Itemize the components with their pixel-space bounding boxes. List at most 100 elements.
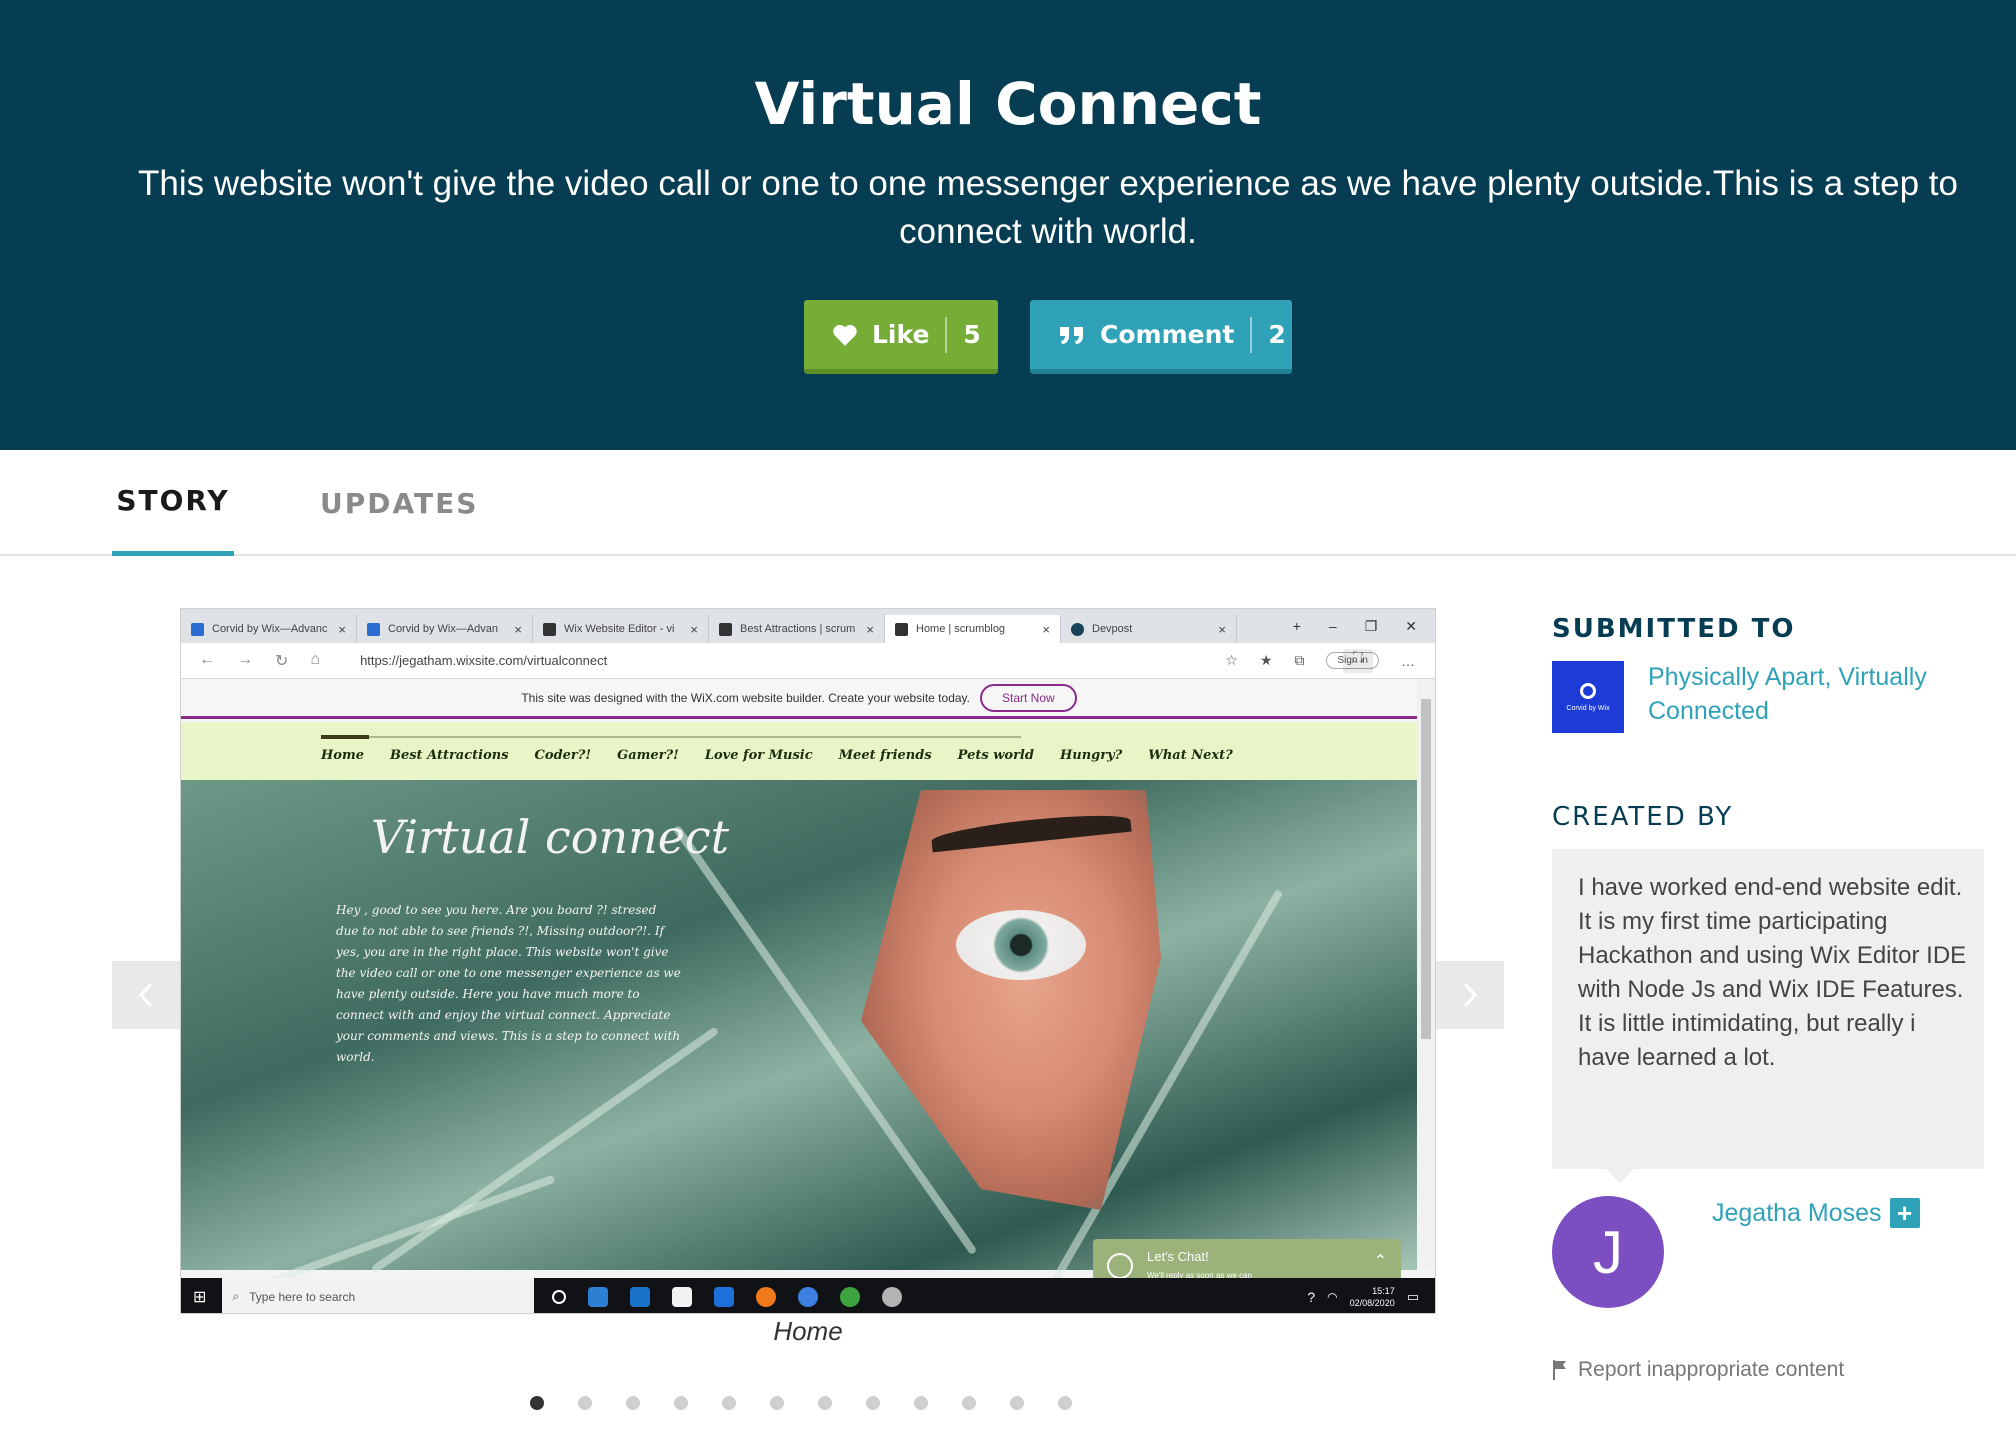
browser-tab: Wix Website Editor - vi × [533,615,709,643]
site-nav-item: Pets world [957,748,1034,763]
comment-button[interactable]: Comment 2 [1030,300,1292,374]
avatar[interactable]: J [1552,1196,1664,1308]
more-icon: … [1401,652,1415,669]
site-nav-item: Home [321,748,364,763]
wifi-icon: ◠ [1327,1289,1338,1304]
corvid-icon [1580,682,1596,699]
chevron-right-icon [1463,982,1478,1008]
site-intro-text: Hey , good to see you here. Are you boar… [336,903,681,1064]
site-nav-item: Best Attractions [389,748,509,763]
back-icon: ← [199,650,215,668]
site-nav-item: Coder?! [534,748,592,763]
like-label: Like [872,320,930,349]
favicon-icon [895,622,908,636]
like-button[interactable]: Like 5 [804,300,998,374]
site-nav-item: Love for Music [704,748,813,763]
gallery-dot[interactable] [818,1396,832,1410]
chevron-up-icon: ⌃ [1373,1253,1387,1270]
browser-tab-strip: Corvid by Wix—Advanc × Corvid by Wix—Adva… [181,609,1435,643]
browser-tab: Corvid by Wix—Advanc × [181,615,357,643]
close-icon: × [866,621,874,637]
expand-icon: ⛶ [1343,649,1373,673]
favicon-icon [543,622,556,636]
close-icon: × [1218,621,1226,637]
hackathon-link[interactable]: Physically Apart, Virtually Connected [1648,660,1978,728]
section-tabs: STORY UPDATES [0,450,2016,556]
gallery-dot[interactable] [866,1396,880,1410]
browser-tab: Home | scrumblog × [885,615,1061,643]
cortana-icon [552,1289,567,1304]
gallery-dot[interactable] [578,1396,592,1410]
gallery-pager [530,1396,1072,1410]
comment-divider [1250,316,1253,353]
gallery-prev-button[interactable] [112,961,180,1029]
gallery-dot[interactable] [674,1396,688,1410]
heart-icon [832,323,858,347]
favorites-icon: ★ [1259,652,1273,668]
project-tagline: This website won't give the video call o… [138,164,1958,251]
vscode-icon [714,1286,735,1307]
firefox-icon [756,1286,777,1307]
chrome-icon [798,1286,819,1307]
gallery-dot[interactable] [530,1396,544,1410]
report-link[interactable]: Report inappropriate content [1552,1358,1844,1382]
store-icon [672,1286,693,1307]
windows-icon: ⊞ [193,1288,207,1306]
tab-updates[interactable]: UPDATES [320,450,478,556]
notification-icon: ▭ [1406,1288,1419,1304]
gallery-dot[interactable] [626,1396,640,1410]
window-controls: + – ❐ ✕ [1293,618,1435,635]
gallery-dot[interactable] [1058,1396,1072,1410]
browser-address-bar: ← → ↻ ⌂ https://jegatham.wixsite.com/virtua… [181,643,1435,679]
gallery-dot[interactable] [914,1396,928,1410]
quote-icon [1058,323,1086,347]
chat-icon [1107,1253,1133,1279]
wix-start-now: Start Now [979,683,1077,712]
close-icon: ✕ [1405,617,1417,634]
edge-icon [588,1286,609,1307]
new-tab-icon: + [1292,617,1301,634]
site-nav-item: Gamer?! [617,748,679,763]
close-icon: × [690,621,698,637]
browser-tab: Best Attractions | scrum × [709,615,885,643]
mail-icon [630,1286,651,1307]
help-icon: ? [1307,1288,1316,1305]
close-icon: × [338,621,346,637]
site-nav-item: Meet friends [838,748,932,763]
creator-name-link[interactable]: Jegatha Moses [1712,1199,1882,1228]
gallery-next-button[interactable] [1436,961,1504,1029]
gallery-dot[interactable] [962,1396,976,1410]
submitted-to-heading: SUBMITTED TO [1552,614,1796,644]
browser-tab: Devpost × [1061,615,1237,643]
like-count: 5 [963,320,981,349]
gallery-dot[interactable] [770,1396,784,1410]
favicon-icon [719,622,732,636]
site-scrollbar [1417,679,1435,1270]
gallery-caption: Home [773,1316,843,1346]
bio-pointer [1606,1169,1634,1183]
site-hero-image: Virtual connect Hey , good to see you he… [181,780,1417,1306]
project-title: Virtual Connect [754,70,1262,138]
creator-profile: Jegatha Moses + [1712,1198,1920,1228]
close-icon: × [514,621,522,637]
favicon-icon [367,622,380,636]
hackathon-logo[interactable]: Corvid by Wix [1552,661,1624,733]
site-nav-item: What Next? [1148,748,1233,763]
comment-count: 2 [1268,320,1286,349]
reload-icon: ↻ [275,652,289,670]
follow-plus-icon[interactable]: + [1889,1198,1920,1228]
creator-bio-text: I have worked end-end website edit. It i… [1578,874,1967,1071]
gallery-dot[interactable] [722,1396,736,1410]
gallery-image[interactable]: Corvid by Wix—Advanc × Corvid by Wix—Adva… [180,608,1436,1314]
project-header: Virtual Connect This website won't give … [0,0,2016,450]
site-nav: Home Best Attractions Coder?! Gamer?! Lo… [181,722,1417,780]
favicon-icon [1071,622,1084,636]
url-text: https://jegatham.wixsite.com/virtualconn… [360,653,608,668]
star-icon: ☆ [1225,652,1238,668]
app-icon [840,1286,861,1307]
search-icon: ⌕ [232,1289,240,1303]
flag-icon [1553,1360,1566,1380]
gallery-dot[interactable] [1010,1396,1024,1410]
tab-story[interactable]: STORY [112,450,234,556]
app-icon [882,1286,903,1307]
